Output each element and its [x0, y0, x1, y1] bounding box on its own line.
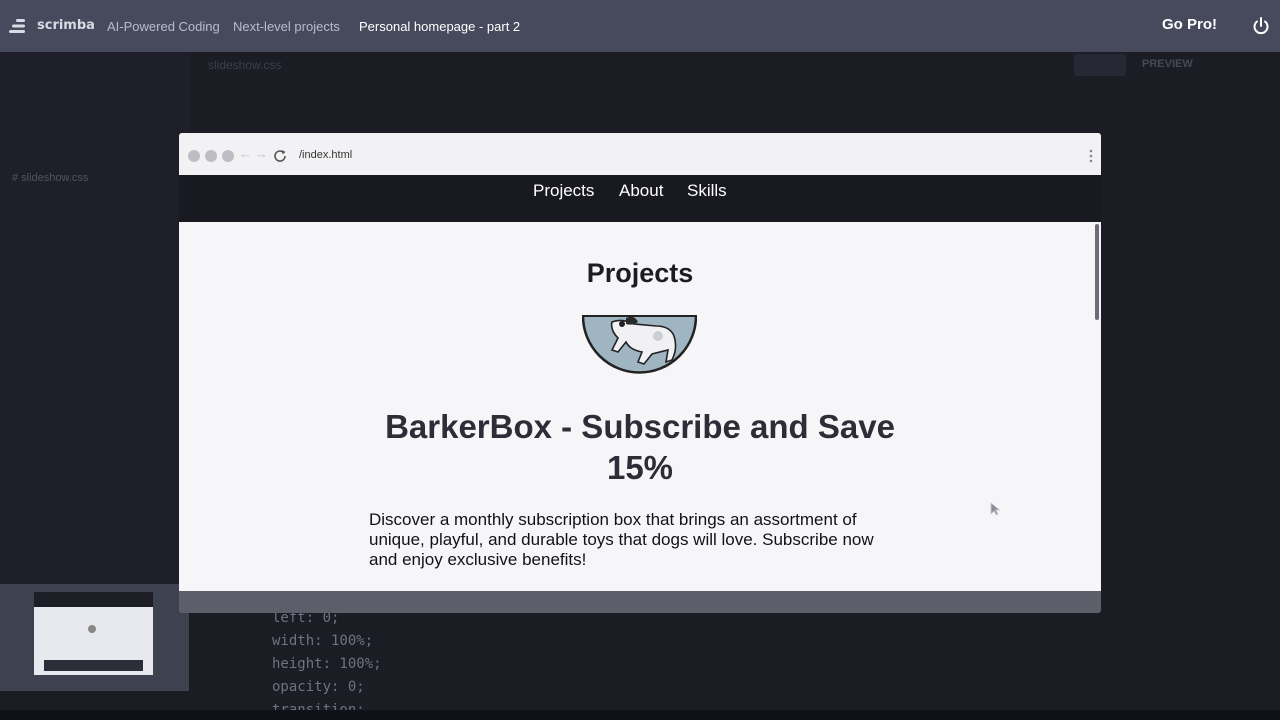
breadcrumb-module[interactable]: Next-level projects: [233, 19, 340, 34]
cursor-icon: [990, 502, 1001, 516]
brand-name[interactable]: scrimba: [37, 18, 95, 33]
address-bar[interactable]: /index.html: [299, 149, 352, 161]
scrimba-logo-icon[interactable]: [8, 16, 28, 36]
forward-arrow-icon[interactable]: →: [255, 146, 268, 161]
code-line: height: 100%;: [272, 656, 382, 672]
reload-icon[interactable]: [272, 148, 288, 164]
thumbnail-avatar: [88, 625, 96, 633]
editor-tab-filename[interactable]: slideshow.css: [208, 58, 281, 72]
window-close-dot[interactable]: [188, 150, 200, 162]
file-sidebar: [0, 52, 190, 584]
thumbnail-nav: [34, 592, 153, 607]
browser-preview-window: ← → /index.html Projects About Skills Pr…: [179, 133, 1101, 613]
project-description: Discover a monthly subscription box that…: [369, 510, 874, 569]
sidebar-file-slideshow[interactable]: # slideshow.css: [12, 172, 88, 184]
breadcrumb-lesson[interactable]: Personal homepage - part 2: [359, 19, 520, 34]
project-title: BarkerBox - Subscribe and Save 15%: [385, 408, 895, 486]
section-title: Projects: [586, 258, 694, 288]
window-minimize-dot[interactable]: [205, 150, 217, 162]
nav-link-skills[interactable]: Skills: [687, 181, 727, 201]
browser-footer: [179, 591, 1101, 613]
run-button[interactable]: [1074, 54, 1126, 76]
breadcrumb-course[interactable]: AI-Powered Coding: [107, 19, 220, 34]
top-bar: scrimba AI-Powered Coding Next-level pro…: [0, 0, 1280, 52]
kebab-menu-icon[interactable]: [1089, 149, 1093, 163]
preview-toggle[interactable]: PREVIEW: [1142, 58, 1193, 70]
project-dog-image: [582, 315, 697, 374]
back-arrow-icon[interactable]: ←: [239, 146, 252, 161]
window-maximize-dot[interactable]: [222, 150, 234, 162]
browser-chrome: ← → /index.html: [179, 133, 1101, 175]
nav-link-projects[interactable]: Projects: [533, 181, 594, 201]
power-icon[interactable]: [1250, 15, 1272, 37]
site-navigation: Projects About Skills: [179, 175, 1101, 222]
go-pro-button[interactable]: Go Pro!: [1162, 16, 1217, 33]
code-line: opacity: 0;: [272, 679, 365, 695]
thumbnail-footer: [44, 660, 143, 671]
bottom-toolbar: [0, 710, 1280, 720]
code-line: width: 100%;: [272, 633, 374, 649]
preview-page: Projects BarkerBox - Subscribe and Save …: [179, 222, 1101, 591]
nav-link-about[interactable]: About: [619, 181, 663, 201]
